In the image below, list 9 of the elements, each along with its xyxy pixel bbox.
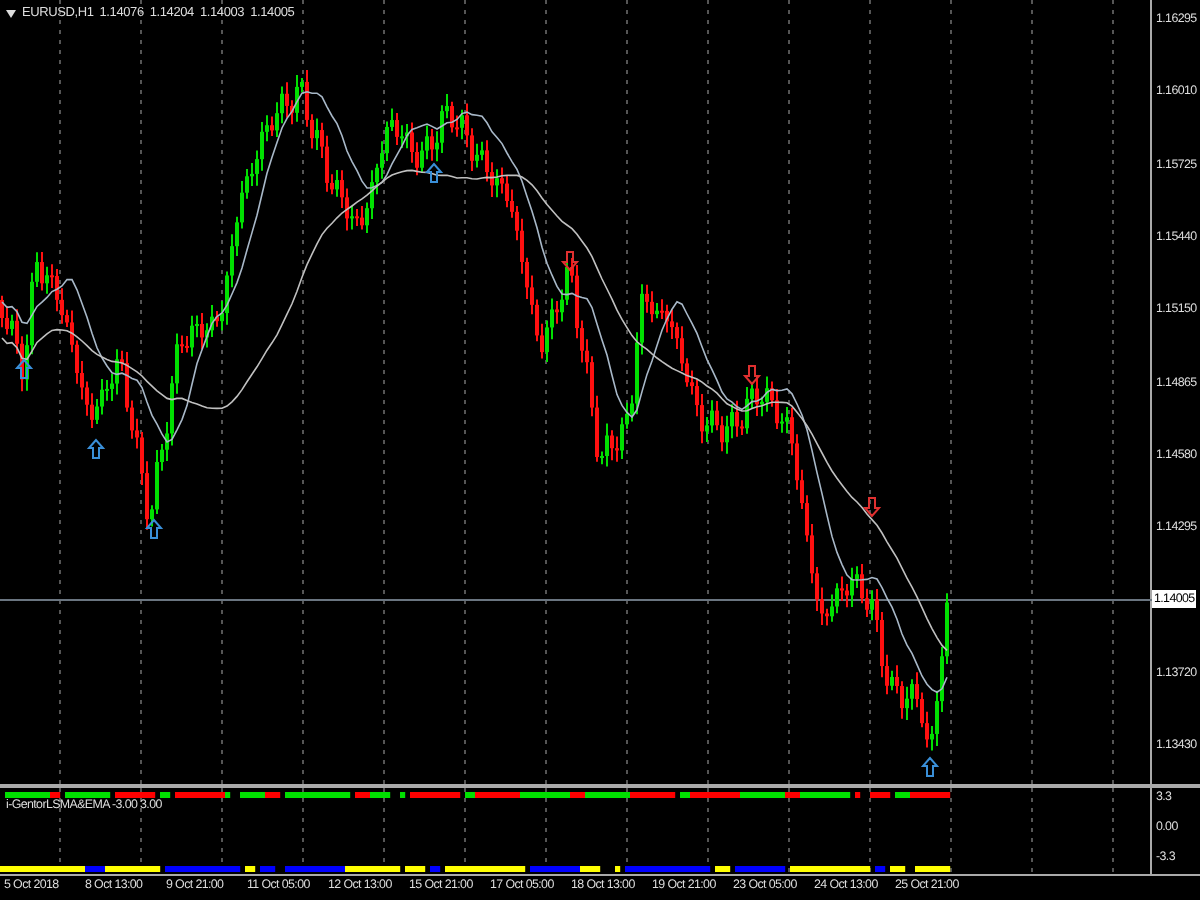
down-arrow-icon [742, 365, 762, 386]
up-arrow-icon [86, 438, 106, 459]
up-arrow-icon [14, 358, 34, 379]
up-arrow-icon [424, 162, 444, 183]
up-arrow-icon [920, 756, 940, 777]
down-arrow-icon [560, 251, 580, 272]
down-arrow-icon [862, 497, 882, 518]
up-arrow-icon [144, 518, 164, 539]
dropdown-triangle-icon[interactable] [6, 9, 16, 17]
